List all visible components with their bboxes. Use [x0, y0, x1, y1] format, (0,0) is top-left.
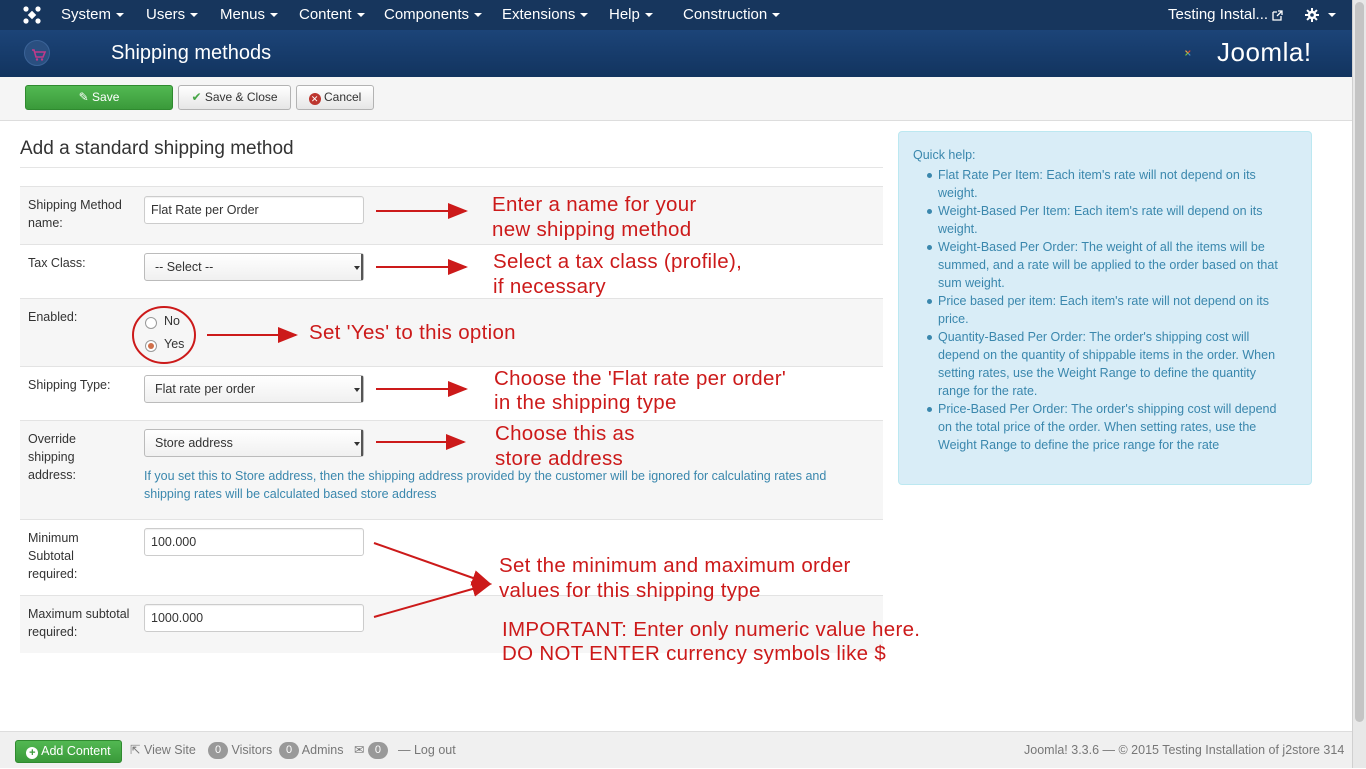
- quick-help-title: Quick help:: [913, 148, 976, 162]
- edit-icon: ✎: [78, 90, 89, 104]
- tax-class-row: Tax Class: -- Select --: [20, 244, 883, 298]
- cart-icon: [24, 40, 50, 66]
- menu-components[interactable]: Components: [384, 0, 483, 30]
- tax-class-select[interactable]: -- Select --: [144, 253, 364, 281]
- view-site-link[interactable]: ⇱ View Site: [130, 732, 196, 769]
- quick-help-list: Flat Rate Per Item: Each item's rate wil…: [927, 166, 1278, 454]
- menu-users[interactable]: Users: [146, 0, 199, 30]
- shipping-type-label: Shipping Type:: [28, 378, 111, 392]
- enabled-yes-label: Yes: [164, 337, 185, 351]
- override-address-label: Override shipping address:: [28, 432, 76, 482]
- status-bar: + Add Content ⇱ View Site 0 Visitors 0 A…: [0, 731, 1352, 768]
- visitors-count-badge: 0: [208, 742, 228, 760]
- admins-count-badge: 0: [279, 742, 299, 760]
- add-content-button[interactable]: + Add Content: [15, 740, 122, 763]
- form-heading: Add a standard shipping method: [20, 138, 294, 159]
- save-close-button[interactable]: ✔ Save & Close: [178, 85, 291, 110]
- quick-help-item: Weight-Based Per Item: Each item's rate …: [927, 202, 1278, 238]
- annotation-name-line2: new shipping method: [492, 218, 692, 241]
- annotation-tax-line2: if necessary: [493, 275, 606, 298]
- external-link-icon: [1272, 9, 1283, 21]
- messages-status[interactable]: ✉ 0: [354, 732, 388, 769]
- override-address-row: Override shipping address: Store address…: [20, 420, 883, 519]
- page-scrollbar[interactable]: [1352, 0, 1366, 768]
- annotation-override-line2: store address: [495, 447, 624, 470]
- annotation-enabled: Set 'Yes' to this option: [309, 321, 516, 344]
- plus-circle-icon: +: [26, 747, 39, 759]
- enabled-label: Enabled:: [28, 310, 78, 324]
- enabled-yes-radio[interactable]: [145, 340, 157, 352]
- gear-icon: [1305, 8, 1319, 23]
- shipping-name-input[interactable]: Flat Rate per Order: [144, 196, 364, 224]
- quick-help-item: Quantity-Based Per Order: The order's sh…: [927, 328, 1278, 400]
- menu-construction[interactable]: Construction: [683, 0, 781, 30]
- footer-copyright: Joomla! 3.3.6 — © 2015 Testing Installat…: [1024, 743, 1345, 757]
- menu-menus[interactable]: Menus: [220, 0, 279, 30]
- quick-help-item: Price-Based Per Order: The order's shipp…: [927, 402, 1277, 452]
- max-subtotal-input[interactable]: 1000.000: [144, 604, 364, 632]
- annotation-type-line2: in the shipping type: [494, 391, 677, 414]
- envelope-icon: ✉: [354, 743, 365, 757]
- logout-link[interactable]: — Log out: [398, 732, 456, 769]
- annotation-important-line2: DO NOT ENTER currency symbols like $: [502, 642, 887, 665]
- check-icon: ✔: [191, 90, 202, 104]
- chevron-down-icon: [354, 442, 360, 446]
- heading-divider: [20, 167, 883, 168]
- min-subtotal-label: Minimum Subtotal required:: [28, 531, 79, 581]
- cancel-icon: ✕: [308, 93, 321, 105]
- page-header: Shipping methods Joomla!: [0, 30, 1352, 77]
- override-address-select[interactable]: Store address: [144, 429, 364, 457]
- annotation-type-line1: Choose the 'Flat rate per order': [494, 367, 787, 390]
- menu-system[interactable]: System: [61, 0, 125, 30]
- page-title: Shipping methods: [111, 42, 272, 64]
- annotation-tax-line1: Select a tax class (profile),: [493, 250, 743, 273]
- toolbar: ✎ Save ✔ Save & Close ✕ Cancel: [0, 77, 1352, 121]
- annotation-minmax-line2: values for this shipping type: [499, 579, 761, 602]
- settings-menu[interactable]: [1305, 0, 1337, 30]
- annotation-override-line1: Choose this as: [495, 422, 635, 445]
- minus-icon: —: [398, 743, 411, 757]
- annotation-minmax-line1: Set the minimum and maximum order: [499, 554, 851, 577]
- quick-help-item: Flat Rate Per Item: Each item's rate wil…: [927, 166, 1278, 202]
- quick-help-panel: Quick help: Flat Rate Per Item: Each ite…: [898, 131, 1312, 485]
- cancel-button[interactable]: ✕ Cancel: [296, 85, 374, 110]
- quick-help-item: Weight-Based Per Order: The weight of al…: [927, 240, 1278, 290]
- save-button[interactable]: ✎ Save: [25, 85, 173, 110]
- annotation-name-line1: Enter a name for your: [492, 193, 697, 216]
- external-link-icon: ⇱: [130, 743, 141, 757]
- chevron-down-icon: [354, 266, 360, 270]
- joomla-logo-icon[interactable]: [22, 5, 42, 25]
- tax-class-label: Tax Class:: [28, 256, 86, 270]
- chevron-down-icon: [354, 388, 360, 392]
- override-help-text: If you set this to Store address, then t…: [144, 469, 827, 501]
- joomla-logo-text: Joomla!: [1217, 37, 1312, 67]
- shipping-name-row: Shipping Method name: Flat Rate per Orde…: [20, 186, 883, 244]
- menu-content[interactable]: Content: [299, 0, 365, 30]
- scrollbar-thumb[interactable]: [1355, 2, 1364, 722]
- enabled-no-label: No: [164, 314, 180, 328]
- annotation-important-line1: IMPORTANT: Enter only numeric value here…: [502, 618, 921, 641]
- menu-extensions[interactable]: Extensions: [502, 0, 589, 30]
- site-link[interactable]: Testing Instal...: [1168, 0, 1283, 30]
- messages-count-badge: 0: [367, 742, 388, 760]
- menu-help[interactable]: Help: [609, 0, 653, 30]
- admins-status: 0 Admins: [279, 732, 343, 769]
- min-subtotal-input[interactable]: 100.000: [144, 528, 364, 556]
- quick-help-item: Price based per item: Each item's rate w…: [927, 292, 1278, 328]
- visitors-status: 0 Visitors: [208, 732, 272, 769]
- shipping-type-select[interactable]: Flat rate per order: [144, 375, 364, 403]
- max-subtotal-label: Maximum subtotal required:: [28, 607, 130, 639]
- enabled-no-radio[interactable]: [145, 317, 157, 329]
- admin-navbar: System Users Menus Content Components Ex…: [0, 0, 1352, 30]
- joomla-brand-icon: [1185, 50, 1191, 56]
- shipping-name-label: Shipping Method name:: [28, 198, 122, 230]
